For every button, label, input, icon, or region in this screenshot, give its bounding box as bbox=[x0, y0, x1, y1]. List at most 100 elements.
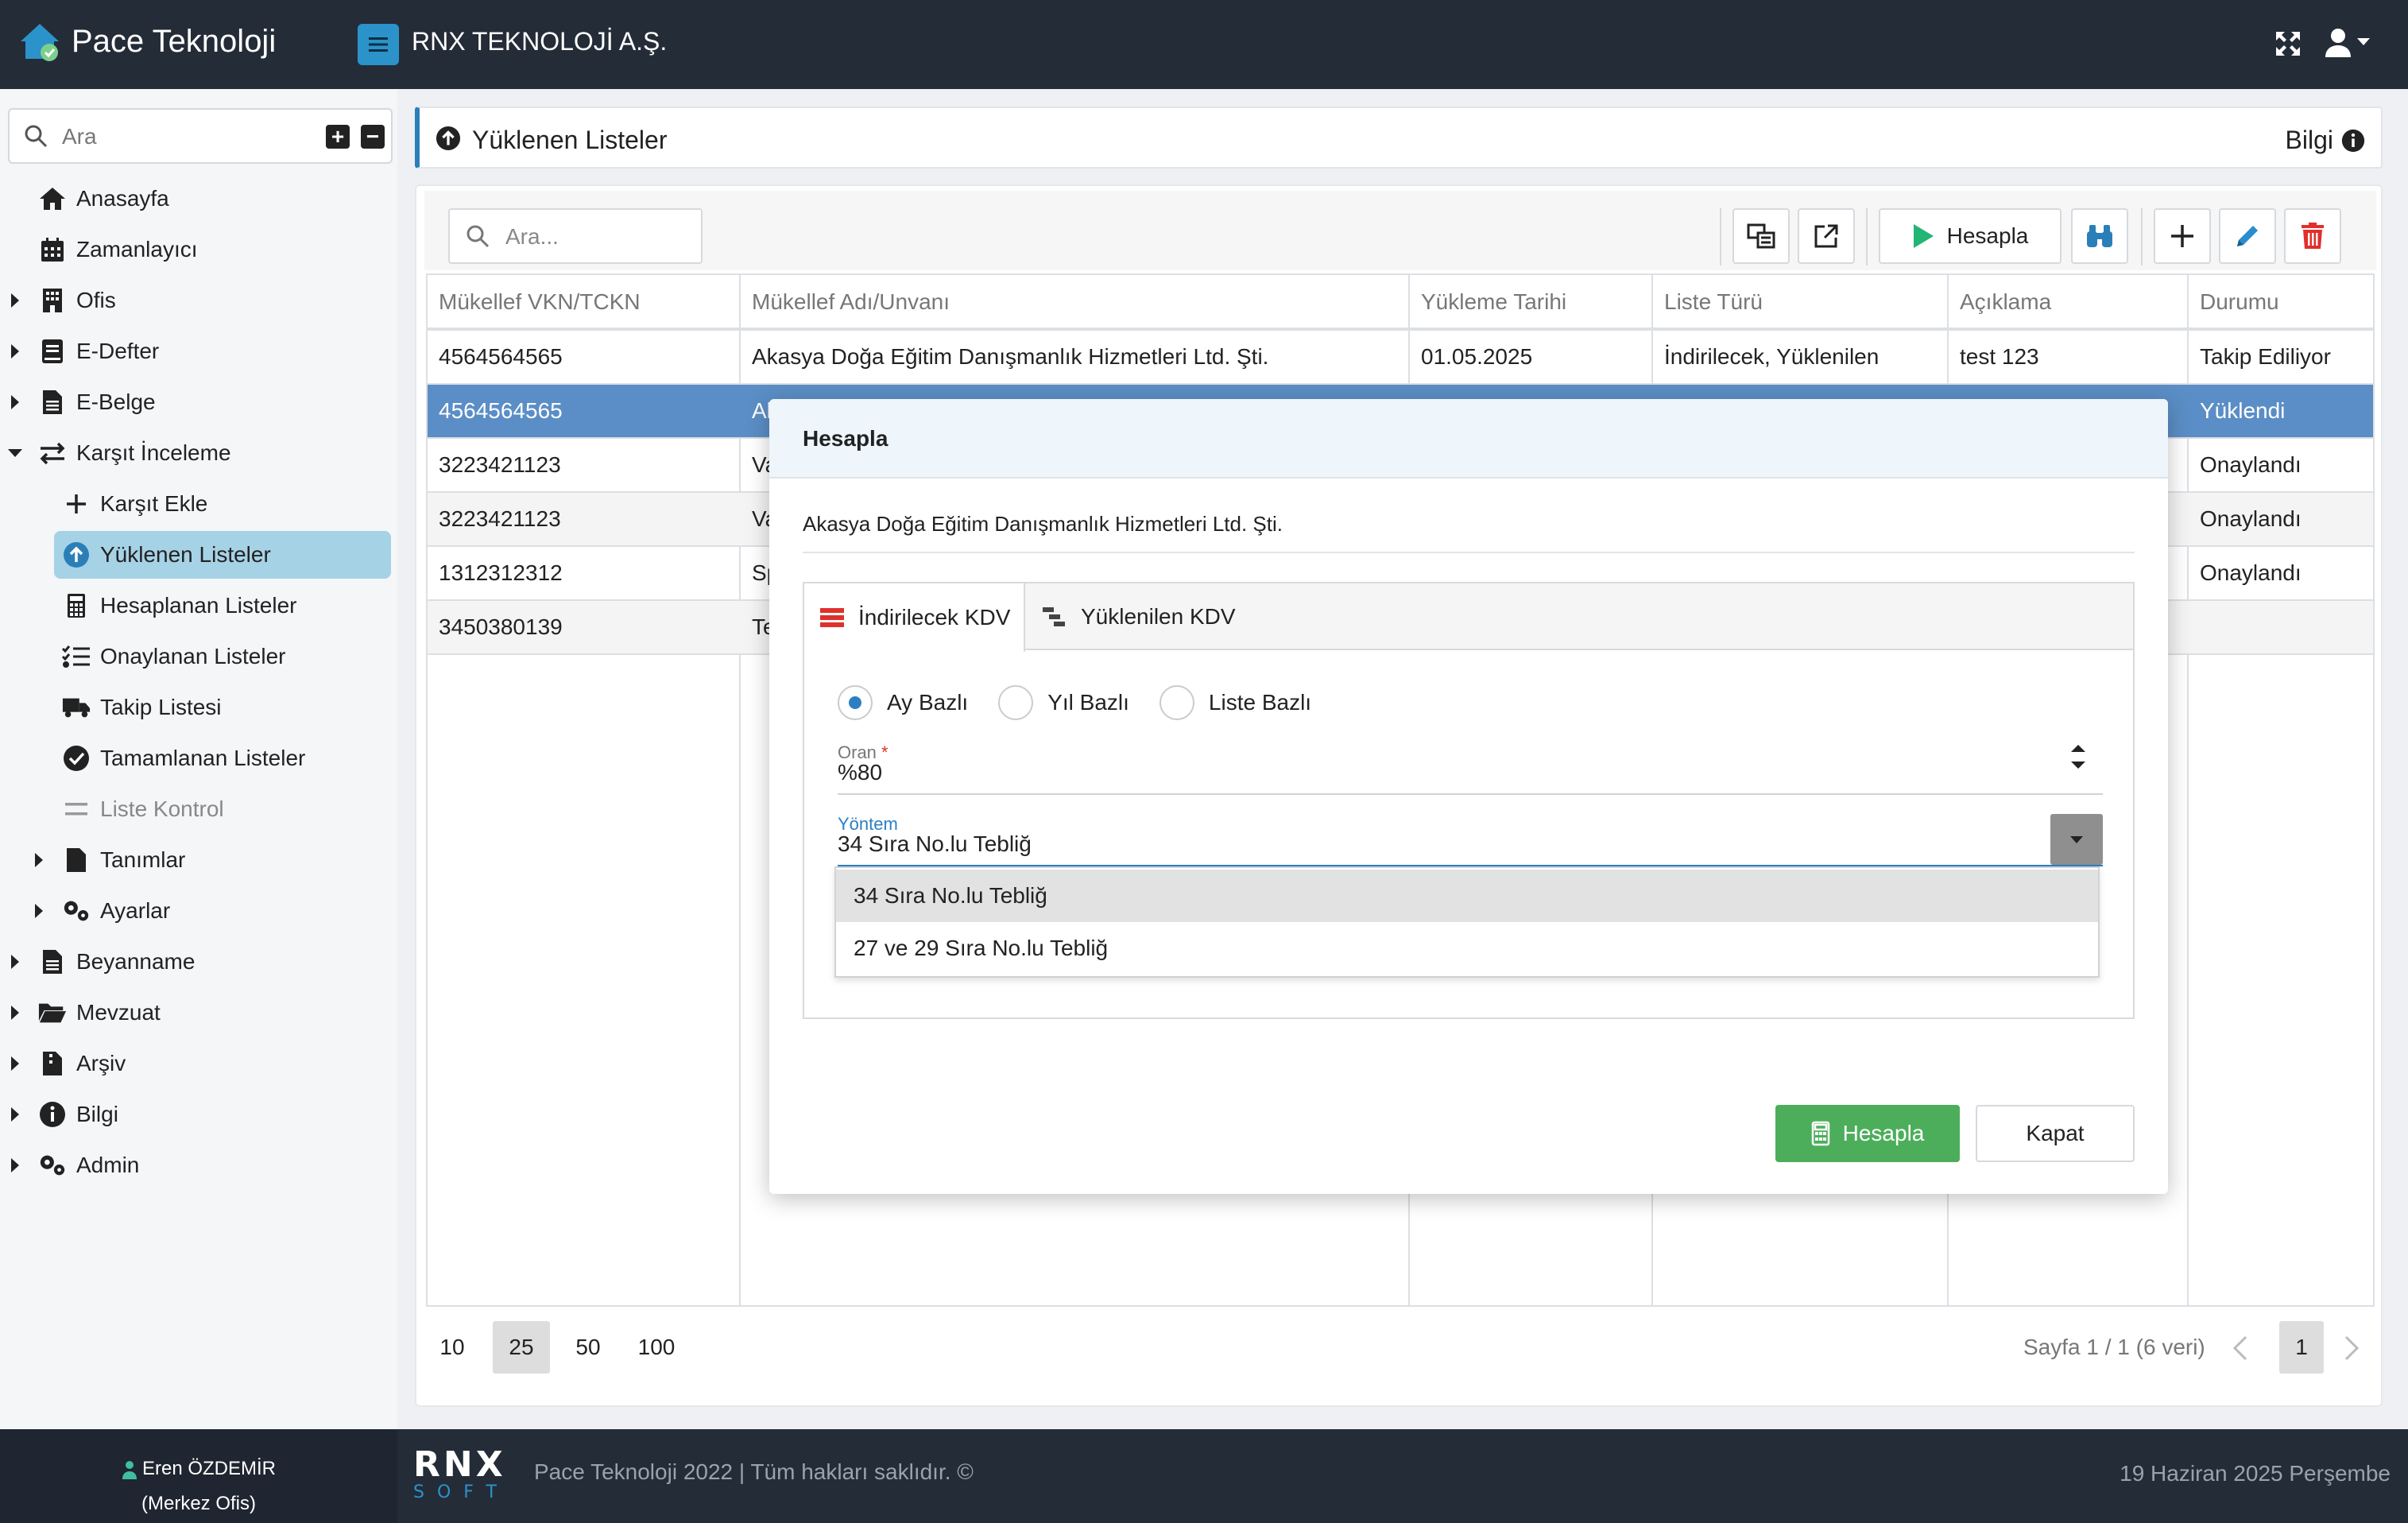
sidebar-item-ayarlar[interactable]: Ayarlar bbox=[0, 887, 397, 935]
sidebar-item-label: Onaylanan Listeler bbox=[100, 644, 286, 668]
sidebar-item-label: Ayarlar bbox=[100, 898, 171, 923]
collapse-all-button[interactable]: − bbox=[361, 125, 385, 149]
find-button[interactable] bbox=[2071, 208, 2128, 264]
sidebar-item-ofis[interactable]: Ofis bbox=[0, 277, 397, 324]
table-row[interactable]: 4564564565 Akasya Doğa Eğitim Danışmanlı… bbox=[428, 331, 2373, 385]
user-menu-button[interactable] bbox=[2324, 27, 2370, 57]
sidebar-item-karsit-ekle[interactable]: Karşıt Ekle bbox=[0, 480, 397, 528]
sidebar-item-liste-kontrol[interactable]: Liste Kontrol bbox=[0, 785, 397, 833]
sidebar-item-hesaplanan-listeler[interactable]: Hesaplanan Listeler bbox=[0, 582, 397, 630]
sidebar-search[interactable]: Ara + − bbox=[8, 108, 393, 164]
export-icon bbox=[1814, 224, 1838, 248]
column-header[interactable]: Liste Türü bbox=[1653, 275, 1947, 329]
method-value: 34 Sıra No.lu Tebliğ bbox=[838, 831, 1032, 856]
rate-spinner[interactable] bbox=[2071, 744, 2085, 769]
sidebar-item-onaylanan-listeler[interactable]: Onaylanan Listeler bbox=[0, 633, 397, 680]
sidebar-item-label: Anasayfa bbox=[76, 186, 169, 211]
column-header[interactable]: Yükleme Tarihi bbox=[1410, 275, 1651, 329]
cell-date: 01.05.2025 bbox=[1421, 344, 1533, 369]
sidebar-item-label: Bilgi bbox=[76, 1102, 118, 1126]
edit-button[interactable] bbox=[2219, 208, 2276, 264]
sidebar-item-beyanname[interactable]: Beyanname bbox=[0, 938, 397, 986]
tab-yuklenilen-kdv[interactable]: Yüklenilen KDV bbox=[1027, 583, 1265, 650]
cell-vkn: 3223421123 bbox=[439, 506, 561, 531]
calendar-icon bbox=[38, 235, 67, 264]
radio-label: Liste Bazlı bbox=[1208, 690, 1312, 715]
cell-vkn: 4564564565 bbox=[439, 398, 563, 423]
delete-button[interactable] bbox=[2284, 208, 2341, 264]
top-bar: Pace Teknoloji RNX TEKNOLOJİ A.Ş. bbox=[0, 0, 2408, 89]
dialog-close-button[interactable]: Kapat bbox=[1976, 1105, 2135, 1162]
radio-yil-bazli[interactable] bbox=[998, 685, 1034, 720]
building-icon bbox=[38, 286, 67, 315]
sidebar-item-label: E-Defter bbox=[76, 339, 160, 363]
page-size-option[interactable]: 50 bbox=[564, 1321, 612, 1374]
sidebar-item-zamanlayici[interactable]: Zamanlayıcı bbox=[0, 226, 397, 273]
sidebar-item-karsit-inceleme[interactable]: Karşıt İnceleme bbox=[0, 429, 397, 477]
method-option[interactable]: 34 Sıra No.lu Tebliğ bbox=[836, 870, 2098, 922]
sidebar-item-mevzuat[interactable]: Mevzuat bbox=[0, 989, 397, 1037]
expand-all-button[interactable]: + bbox=[326, 125, 350, 149]
footer-date: 19 Haziran 2025 Perşembe bbox=[2120, 1461, 2391, 1486]
page-size-option[interactable]: 100 bbox=[625, 1321, 688, 1374]
document-icon bbox=[62, 846, 91, 874]
rate-field[interactable]: Oran * %80 bbox=[838, 742, 2103, 798]
calculate-toolbar-button[interactable]: Hesapla bbox=[1879, 208, 2062, 264]
gears-icon bbox=[38, 1151, 67, 1180]
truck-icon bbox=[62, 693, 91, 722]
cell-type: İndirilecek, Yüklenilen bbox=[1664, 344, 1880, 369]
cell-status: Takip Ediliyor bbox=[2200, 344, 2331, 369]
chevron-left-icon bbox=[2232, 1335, 2247, 1361]
sidebar-item-e-defter[interactable]: E-Defter bbox=[0, 327, 397, 375]
column-header[interactable]: Durumu bbox=[2189, 275, 2373, 329]
method-dropdown-button[interactable] bbox=[2050, 814, 2103, 865]
sidebar-item-bilgi[interactable]: Bilgi bbox=[0, 1091, 397, 1138]
hamburger-icon bbox=[369, 37, 388, 52]
brand-name: Pace Teknoloji bbox=[72, 23, 277, 59]
method-option[interactable]: 27 ve 29 Sıra No.lu Tebliğ bbox=[836, 922, 2098, 975]
brand[interactable]: Pace Teknoloji bbox=[17, 21, 276, 62]
cell-status: Yüklendi bbox=[2200, 398, 2286, 423]
tab-indirilecek-kdv[interactable]: İndirilecek KDV bbox=[804, 583, 1025, 652]
add-button[interactable] bbox=[2154, 208, 2211, 264]
dialog-calculate-button[interactable]: Hesapla bbox=[1775, 1105, 1960, 1162]
tab-label: Yüklenilen KDV bbox=[1081, 604, 1236, 629]
next-page-button[interactable] bbox=[2343, 1335, 2360, 1361]
page-size-option[interactable]: 10 bbox=[431, 1321, 474, 1374]
sidebar-item-arsiv[interactable]: Arşiv bbox=[0, 1040, 397, 1087]
page-size-option-active[interactable]: 25 bbox=[493, 1321, 550, 1374]
column-header[interactable]: Mükellef Adı/Unvanı bbox=[741, 275, 1408, 329]
fullscreen-button[interactable] bbox=[2274, 30, 2302, 57]
export-button[interactable] bbox=[1798, 208, 1855, 264]
prev-page-button[interactable] bbox=[2232, 1335, 2249, 1361]
page-number-active[interactable]: 1 bbox=[2279, 1321, 2324, 1374]
radio-ay-bazli[interactable] bbox=[838, 685, 873, 720]
sidebar-item-label: Arşiv bbox=[76, 1051, 126, 1075]
sidebar-item-tanimlar[interactable]: Tanımlar bbox=[0, 836, 397, 884]
sidebar-item-tamamlanan-listeler[interactable]: Tamamlanan Listeler bbox=[0, 734, 397, 782]
column-chooser-button[interactable] bbox=[1732, 208, 1790, 264]
toolbar-divider bbox=[1866, 208, 1868, 265]
sidebar-item-yuklenen-listeler[interactable]: Yüklenen Listeler bbox=[54, 531, 391, 579]
sidebar-item-anasayfa[interactable]: Anasayfa bbox=[0, 175, 397, 223]
caret-right-icon bbox=[35, 904, 43, 918]
column-header[interactable]: Mükellef VKN/TCKN bbox=[428, 275, 739, 329]
radio-liste-bazli[interactable] bbox=[1159, 685, 1194, 720]
sidebar-item-takip-listesi[interactable]: Takip Listesi bbox=[0, 684, 397, 731]
folder-open-icon bbox=[38, 998, 67, 1027]
caret-right-icon bbox=[11, 293, 19, 308]
sidebar-item-e-belge[interactable]: E-Belge bbox=[0, 378, 397, 426]
column-header[interactable]: Açıklama bbox=[1949, 275, 2187, 329]
info-button[interactable]: Bilgi bbox=[2286, 126, 2365, 155]
method-select[interactable]: Yöntem 34 Sıra No.lu Tebliğ bbox=[838, 814, 2103, 870]
caret-right-icon bbox=[11, 1056, 19, 1071]
sidebar-item-admin[interactable]: Admin bbox=[0, 1141, 397, 1189]
menu-toggle-button[interactable] bbox=[358, 24, 399, 65]
dialog-close-label: Kapat bbox=[2026, 1121, 2085, 1145]
trash-icon bbox=[2302, 223, 2324, 249]
period-radio-group: Ay Bazlı Yıl Bazlı Liste Bazlı bbox=[838, 685, 1311, 720]
play-icon bbox=[1913, 224, 1934, 248]
sidebar-item-label: Liste Kontrol bbox=[100, 796, 224, 821]
calculator-icon bbox=[62, 591, 91, 620]
grid-search-input[interactable]: Ara... bbox=[448, 208, 703, 264]
